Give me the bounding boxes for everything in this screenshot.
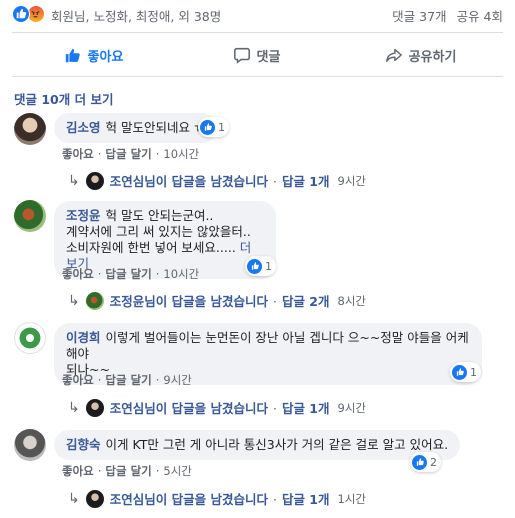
reply-time: 1시간 <box>337 491 366 506</box>
divider <box>12 32 503 33</box>
comment-text-line: 이렇게 벌어들이는 눈먼돈이 장난 아닐 겝니다 으~~정말 야들을 어케해야 <box>66 330 469 361</box>
comment-meta: 좋아요답글 달기 10시간 <box>62 266 199 282</box>
comment-time[interactable]: 9시간 <box>156 373 192 387</box>
reply-summary-text: 조정윤님이 답글을 남겼습니다 <box>109 294 268 309</box>
comment-reply-link[interactable]: 답글 달기 <box>94 267 152 281</box>
reply-count: 답글 1개 <box>268 398 330 417</box>
share-button[interactable]: 공유하기 <box>338 38 503 72</box>
view-more-comments-link[interactable]: 댓글 10개 더 보기 <box>14 89 113 108</box>
comment-author[interactable]: 이경희 <box>66 330 101 345</box>
comment-text-line: 계약서에 그리 써 있지는 않았을터.. <box>66 224 251 239</box>
like-reaction-icon[interactable] <box>12 5 30 23</box>
avatar[interactable] <box>14 113 46 145</box>
comment-reply-link[interactable]: 답글 달기 <box>94 464 152 478</box>
comment-meta: 좋아요답글 달기 5시간 <box>62 463 192 479</box>
comment-text: 이게 KT만 그런 게 아니라 통신3사가 거의 같은 걸로 알고 있어요. <box>105 437 449 452</box>
reply-summary[interactable]: ↳ 조정윤님이 답글을 남겼습니다 답글 2개 8시간 <box>68 291 366 310</box>
comment-like-link[interactable]: 좋아요 <box>62 267 94 281</box>
comment-bubble: 김향숙 이게 KT만 그런 게 아니라 통신3사가 거의 같은 걸로 알고 있어요… <box>54 430 461 460</box>
comment-like-badge[interactable]: 1 <box>198 117 229 137</box>
comment-like-link[interactable]: 좋아요 <box>62 464 94 478</box>
like-icon <box>412 454 427 470</box>
comment-time[interactable]: 10시간 <box>156 267 199 281</box>
comment-text-line: 소비자원에 한번 넣어 보세요..... <box>66 240 240 255</box>
speech-bubble-icon <box>233 47 250 64</box>
thumbs-up-icon <box>65 48 80 63</box>
like-icon <box>452 364 467 380</box>
shares-count[interactable]: 공유 4회 <box>457 9 503 24</box>
avatar <box>85 398 104 417</box>
comment-author[interactable]: 조정윤 <box>66 208 101 223</box>
like-button-label: 좋아요 <box>87 49 124 65</box>
comment-time[interactable]: 10시간 <box>156 147 199 161</box>
like-icon <box>200 119 215 135</box>
reply-summary-text: 조연심님이 답글을 남겼습니다 <box>109 492 268 507</box>
comment-text: 헉 말도안되네요 ㅠ <box>105 120 206 135</box>
reply-time: 9시간 <box>337 173 366 188</box>
avatar[interactable] <box>14 322 46 354</box>
avatar[interactable] <box>14 429 46 461</box>
reply-summary-text: 조연심님이 답글을 남겼습니다 <box>109 401 268 416</box>
reply-arrow-icon: ↳ <box>68 292 80 309</box>
avatar[interactable] <box>14 200 46 232</box>
reply-summary[interactable]: ↳ 조연심님이 답글을 남겼습니다 답글 1개 1시간 <box>68 489 366 508</box>
comment-like-link[interactable]: 좋아요 <box>62 373 94 387</box>
reply-summary[interactable]: ↳ 조연심님이 답글을 남겼습니다 답글 1개 9시간 <box>68 171 366 190</box>
reply-time: 8시간 <box>337 293 366 308</box>
avatar <box>85 489 104 508</box>
like-count: 1 <box>265 259 272 273</box>
reply-summary[interactable]: ↳ 조연심님이 답글을 남겼습니다 답글 1개 9시간 <box>68 398 366 417</box>
like-icon <box>247 258 262 274</box>
comment-meta: 좋아요답글 달기 9시간 <box>62 372 192 388</box>
comment-text-line: 헉 말도 안되는군여.. <box>105 208 214 223</box>
comment-button-label: 댓글 <box>256 49 281 65</box>
reaction-summary: 회원님, 노정화, 최정애, 외 38명 댓글 37개 공유 4회 <box>0 0 515 30</box>
comment-bubble: 김소영 헉 말도안되네요 ㅠ <box>54 113 218 143</box>
share-arrow-icon <box>385 48 402 63</box>
comment-button[interactable]: 댓글 <box>175 38 338 72</box>
reply-arrow-icon: ↳ <box>68 490 80 507</box>
reply-count: 답글 1개 <box>268 489 330 508</box>
divider <box>12 76 503 77</box>
like-count: 2 <box>430 455 437 469</box>
comment-like-link[interactable]: 좋아요 <box>62 147 94 161</box>
comment-meta: 좋아요답글 달기 10시간 <box>62 146 199 162</box>
share-button-label: 공유하기 <box>408 49 457 65</box>
comment-time[interactable]: 5시간 <box>156 464 192 478</box>
comment-author[interactable]: 김소영 <box>66 120 101 135</box>
reply-summary-text: 조연심님이 답글을 남겼습니다 <box>109 174 268 189</box>
comment-like-badge[interactable]: 1 <box>245 256 276 276</box>
comment-reply-link[interactable]: 답글 달기 <box>94 373 152 387</box>
like-count: 1 <box>218 120 225 134</box>
reply-count: 답글 2개 <box>268 291 330 310</box>
comments-count[interactable]: 댓글 37개 <box>392 9 446 24</box>
comment-like-badge[interactable]: 1 <box>450 362 481 382</box>
reply-arrow-icon: ↳ <box>68 172 80 189</box>
avatar <box>85 171 104 190</box>
engagement-counts: 댓글 37개 공유 4회 <box>392 6 503 25</box>
reply-count: 답글 1개 <box>268 171 330 190</box>
comment-like-badge[interactable]: 2 <box>410 452 441 472</box>
reply-arrow-icon: ↳ <box>68 399 80 416</box>
like-count: 1 <box>470 365 477 379</box>
comment-author[interactable]: 김향숙 <box>66 437 101 452</box>
reaction-names[interactable]: 회원님, 노정화, 최정애, 외 38명 <box>51 6 221 25</box>
comment-reply-link[interactable]: 답글 달기 <box>94 147 152 161</box>
like-button[interactable]: 좋아요 <box>12 38 175 72</box>
avatar <box>85 291 104 310</box>
reply-time: 9시간 <box>337 400 366 415</box>
